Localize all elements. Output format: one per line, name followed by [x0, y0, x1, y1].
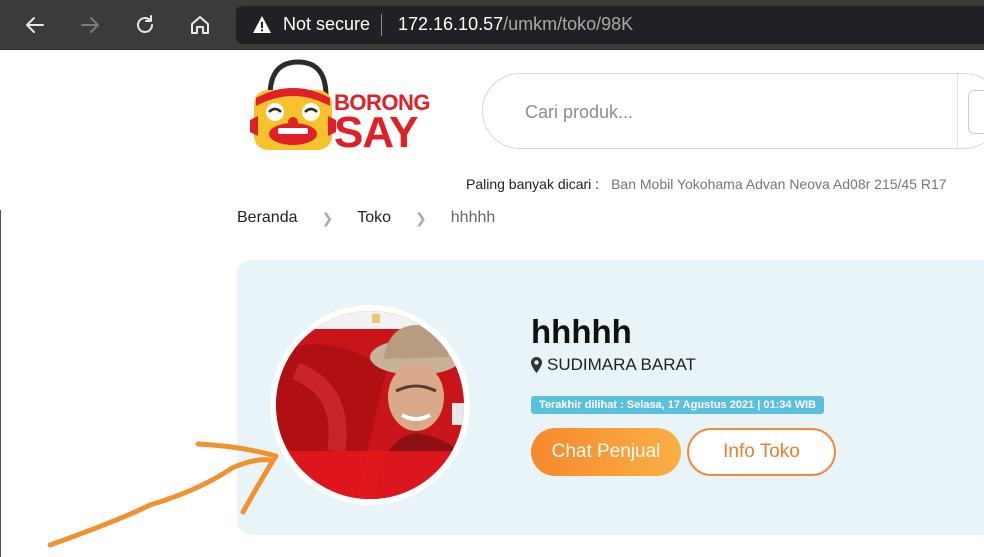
breadcrumb-shop[interactable]: Toko: [357, 209, 391, 227]
search-input[interactable]: [525, 98, 905, 126]
borongsay-logo[interactable]: BORONG SAY: [248, 56, 438, 157]
breadcrumb-current: hhhhh: [450, 209, 496, 226]
map-pin-icon: [531, 357, 542, 373]
shop-location: SUDIMARA BARAT: [531, 355, 696, 375]
chat-seller-button[interactable]: Chat Penjual: [531, 428, 681, 476]
shop-location-text: SUDIMARA BARAT: [547, 355, 696, 374]
url-text[interactable]: 172.16.10.57/umkm/toko/98K: [398, 14, 633, 35]
url-host: 172.16.10.57: [398, 14, 504, 34]
search-bar[interactable]: [482, 73, 984, 150]
address-bar[interactable]: Not secure 172.16.10.57/umkm/toko/98K: [236, 6, 984, 44]
chevron-right-icon: ❯: [415, 209, 427, 226]
logo-text-bottom: SAY: [334, 108, 418, 157]
shop-name: hhhhh: [531, 313, 632, 350]
popular-searches: Paling banyak dicari : Ban Mobil Yokohama…: [466, 176, 947, 192]
security-label[interactable]: Not secure: [283, 14, 370, 35]
url-path: /umkm/toko/98K: [503, 14, 634, 34]
left-divider: [0, 210, 1, 557]
shop-avatar[interactable]: [276, 311, 464, 499]
chevron-right-icon: ❯: [321, 209, 334, 226]
breadcrumb: Beranda ❯ Toko ❯ hhhhh: [237, 209, 495, 227]
popular-item-link[interactable]: Ban Mobil Yokohama Advan Neova Ad08r 215…: [611, 176, 946, 192]
back-icon[interactable]: [19, 9, 51, 41]
browser-toolbar: Not secure 172.16.10.57/umkm/toko/98K: [0, 0, 984, 50]
forward-icon[interactable]: [74, 9, 106, 41]
reload-icon[interactable]: [129, 9, 161, 41]
home-icon[interactable]: [184, 9, 216, 41]
breadcrumb-home[interactable]: Beranda: [237, 209, 298, 227]
popular-label: Paling banyak dicari :: [466, 176, 600, 192]
search-category-button[interactable]: [968, 90, 984, 134]
site-header: BORONG SAY Paling banyak dicari : Ban Mob…: [0, 50, 984, 210]
warning-icon[interactable]: [252, 15, 272, 40]
search-divider: [957, 74, 958, 150]
shop-info-button[interactable]: Info Toko: [687, 428, 836, 476]
address-separator: [381, 14, 382, 36]
last-seen-badge: Terakhir dilihat : Selasa, 17 Agustus 20…: [531, 396, 824, 414]
